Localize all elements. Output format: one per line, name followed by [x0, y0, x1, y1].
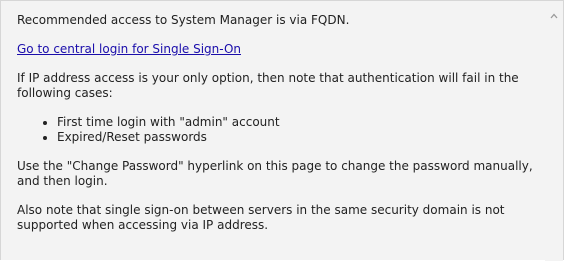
intro-text: Recommended access to System Manager is …	[17, 13, 350, 27]
notice-content: Recommended access to System Manager is …	[17, 13, 537, 247]
sso-link-row: Go to central login for Single Sign-On	[17, 42, 537, 57]
sso-note: Also note that single sign-on between se…	[17, 203, 505, 232]
failure-cases-list: First time login with "admin" account Ex…	[17, 115, 537, 145]
vertical-scrollbar[interactable]	[545, 1, 563, 261]
ip-warning-text: If IP address access is your only option…	[17, 71, 519, 100]
list-item: Expired/Reset passwords	[57, 130, 537, 145]
notice-panel: Recommended access to System Manager is …	[0, 0, 564, 261]
chevron-up-icon[interactable]	[549, 11, 559, 21]
list-item: First time login with "admin" account	[57, 115, 537, 130]
central-login-link[interactable]: Go to central login for Single Sign-On	[17, 42, 241, 56]
change-password-note: Use the "Change Password" hyperlink on t…	[17, 159, 533, 188]
